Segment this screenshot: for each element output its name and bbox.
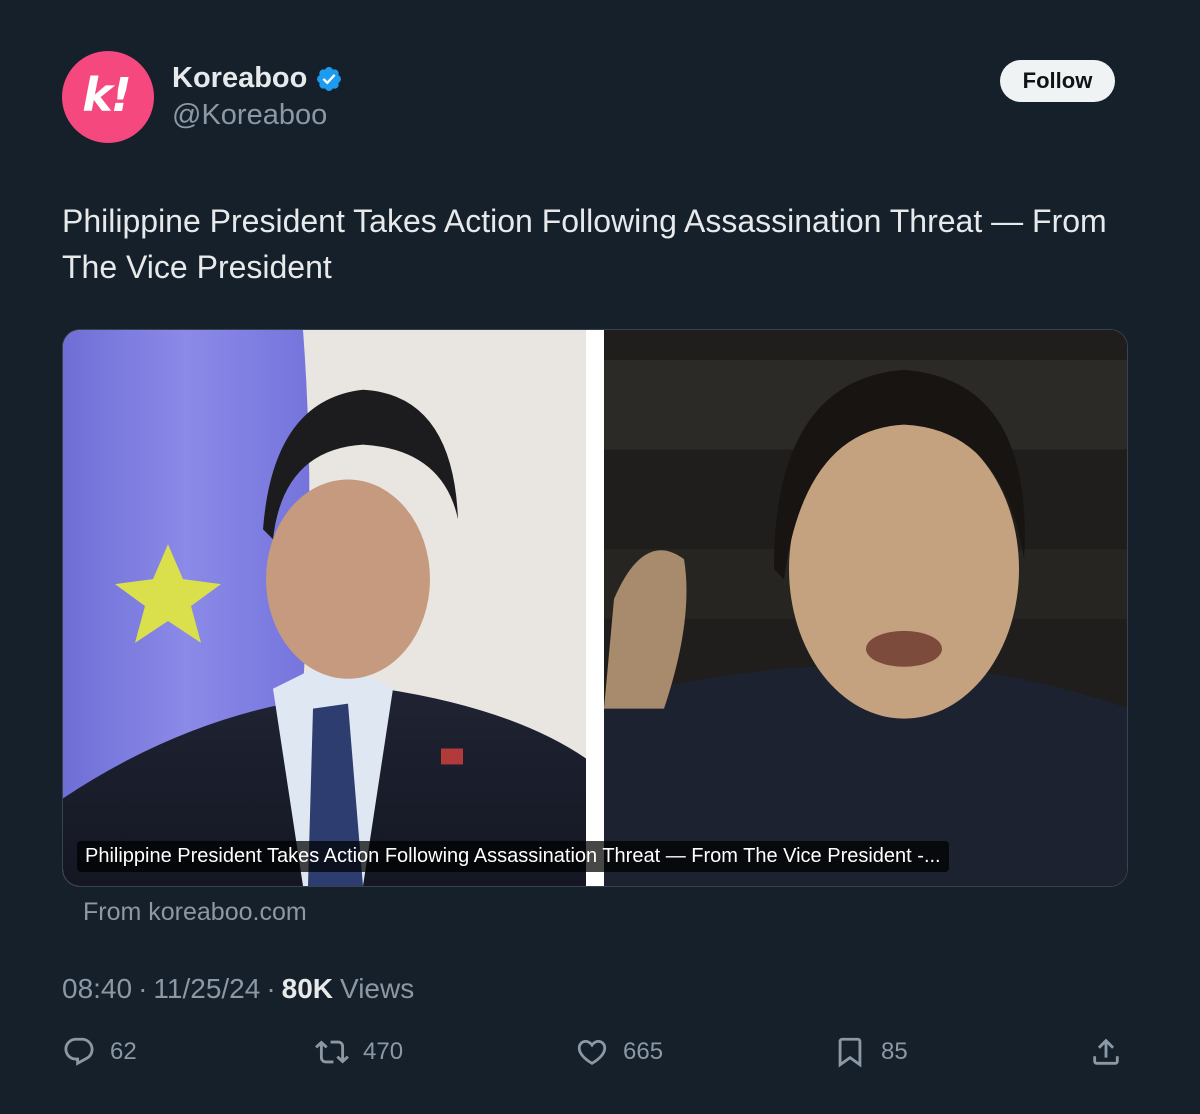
action-bar: 62 470 665 85 xyxy=(0,1035,1200,1081)
link-card[interactable]: Philippine President Takes Action Follow… xyxy=(62,329,1128,887)
avatar[interactable]: k! xyxy=(62,51,154,143)
card-image-right xyxy=(604,330,1127,886)
retweet-count: 470 xyxy=(363,1038,404,1065)
retweet-button[interactable]: 470 xyxy=(315,1035,403,1069)
tweet: k! Koreaboo @Koreaboo Follow Philippine … xyxy=(0,0,1200,1114)
bookmark-button[interactable]: 85 xyxy=(833,1035,908,1069)
bookmark-count: 85 xyxy=(881,1038,908,1065)
meta-separator: · xyxy=(138,973,148,1004)
tweet-date[interactable]: 11/25/24 xyxy=(153,973,260,1005)
like-button[interactable]: 665 xyxy=(575,1035,663,1069)
heart-icon xyxy=(577,1039,607,1065)
card-source[interactable]: From koreaboo.com xyxy=(83,898,307,927)
verified-badge-icon xyxy=(317,66,342,91)
card-caption: Philippine President Takes Action Follow… xyxy=(77,841,949,872)
share-button[interactable] xyxy=(1089,1035,1123,1069)
reply-icon xyxy=(64,1037,94,1066)
tweet-text: Philippine President Takes Action Follow… xyxy=(62,203,1107,285)
author-handle[interactable]: @Koreaboo xyxy=(172,99,327,132)
follow-button[interactable]: Follow xyxy=(1000,60,1115,102)
bookmark-icon xyxy=(838,1037,862,1068)
views-label: Views xyxy=(340,973,415,1004)
avatar-logo: k! xyxy=(82,68,132,122)
reply-button[interactable]: 62 xyxy=(62,1035,137,1069)
tweet-time[interactable]: 08:40 xyxy=(62,973,132,1005)
card-image-divider xyxy=(586,330,604,886)
author-display-name[interactable]: Koreaboo xyxy=(172,62,307,95)
like-count: 665 xyxy=(623,1038,664,1065)
views-count: 80K xyxy=(281,973,334,1004)
author-name-row: Koreaboo xyxy=(172,62,343,95)
retweet-icon xyxy=(315,1040,349,1064)
tweet-meta: 08:40 · 11/25/24 · 80K Views xyxy=(62,973,414,1005)
meta-separator: · xyxy=(266,973,276,1004)
share-icon xyxy=(1093,1038,1119,1065)
reply-count: 62 xyxy=(110,1038,137,1065)
card-image-left xyxy=(63,330,586,886)
